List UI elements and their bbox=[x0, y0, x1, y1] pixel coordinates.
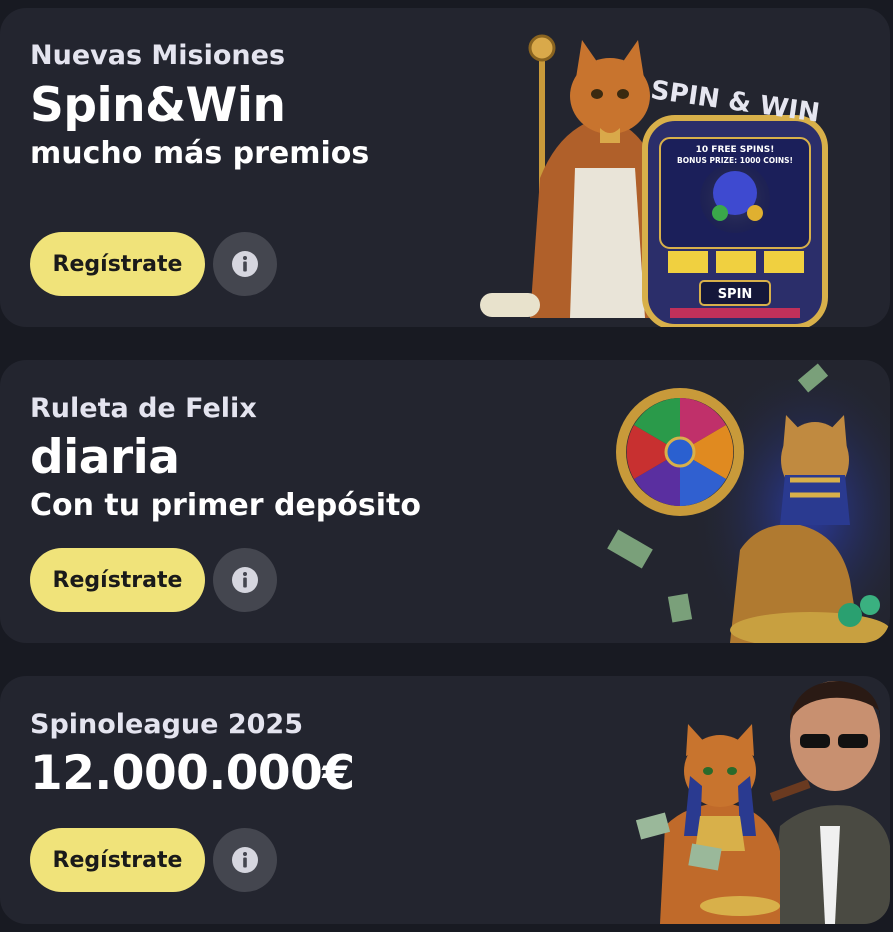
promo-tagline: mucho más premios bbox=[30, 136, 370, 171]
info-button[interactable] bbox=[213, 828, 277, 892]
info-circle-icon bbox=[232, 567, 258, 593]
slot-spin-label: SPIN bbox=[718, 287, 753, 302]
register-button[interactable]: Regístrate bbox=[30, 232, 205, 296]
cat-slot-machine-illustration: 10 FREE SPINS! BONUS PRIZE: 1000 COINS! … bbox=[480, 34, 828, 327]
cat-mobster-illustration bbox=[635, 681, 890, 924]
promo-subtitle: Nuevas Misiones bbox=[30, 40, 286, 71]
promo-card-spin-win: Nuevas Misiones Spin&Win mucho más premi… bbox=[0, 8, 890, 327]
promotions-list: Nuevas Misiones Spin&Win mucho más premi… bbox=[0, 0, 893, 932]
register-button[interactable]: Regístrate bbox=[30, 548, 205, 612]
promo-tagline: Con tu primer depósito bbox=[30, 488, 421, 523]
info-circle-icon bbox=[232, 847, 258, 873]
register-button[interactable]: Regístrate bbox=[30, 828, 205, 892]
promo-title: Spin&Win bbox=[30, 78, 286, 133]
promo-card-ruleta: Ruleta de Felix diaria Con tu primer dep… bbox=[0, 360, 890, 643]
info-circle-icon bbox=[232, 251, 258, 277]
promo-subtitle: Ruleta de Felix bbox=[30, 393, 257, 424]
promo-subtitle: Spinoleague 2025 bbox=[30, 709, 303, 740]
promo-card-spinoleague: Spinoleague 2025 12.000.000€ Regístrate bbox=[0, 676, 890, 924]
wheel-pharaoh-cat-illustration bbox=[607, 363, 890, 643]
info-button[interactable] bbox=[213, 232, 277, 296]
slot-screen-line2: BONUS PRIZE: 1000 COINS! bbox=[677, 156, 793, 165]
promo-title: diaria bbox=[30, 430, 180, 485]
promo-title: 12.000.000€ bbox=[30, 746, 355, 801]
slot-screen-line1: 10 FREE SPINS! bbox=[696, 145, 775, 155]
info-button[interactable] bbox=[213, 548, 277, 612]
